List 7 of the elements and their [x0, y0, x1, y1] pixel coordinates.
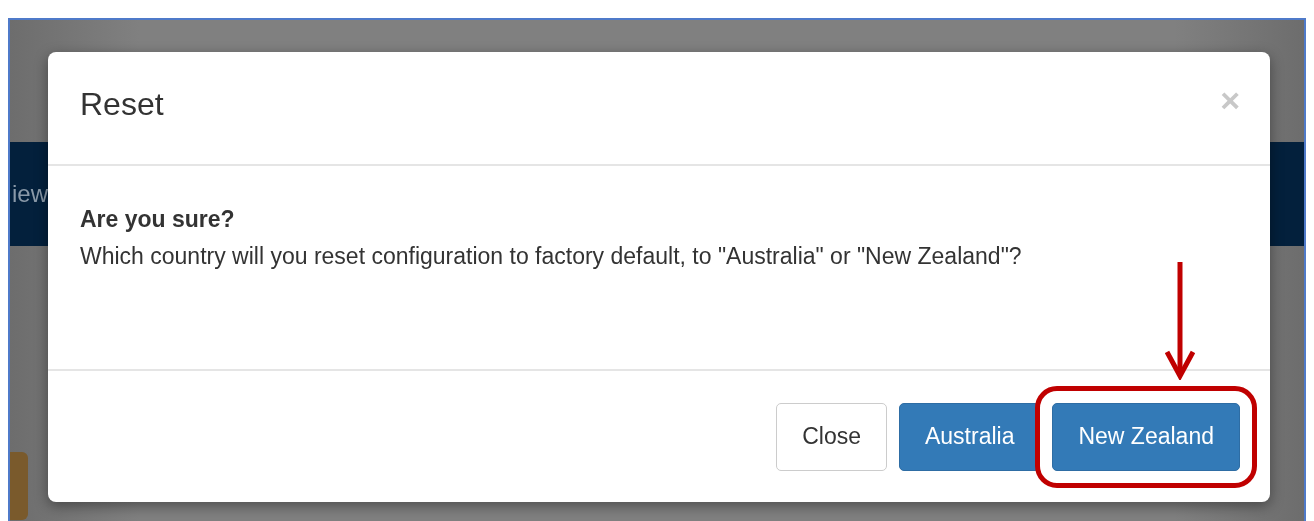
country-button[interactable]: New Zealand	[1052, 402, 1240, 471]
dialog-heading: Are you sure?	[80, 205, 236, 234]
dialog-message: Which country will you reset configuration to factory default, to "Australia" or "New Zealand"?	[80, 242, 1023, 271]
dialog-title: Reset	[80, 85, 164, 123]
side-button[interactable]	[10, 452, 28, 520]
close-button[interactable]: Close	[776, 402, 887, 471]
nav-link[interactable]: iew	[12, 180, 48, 208]
